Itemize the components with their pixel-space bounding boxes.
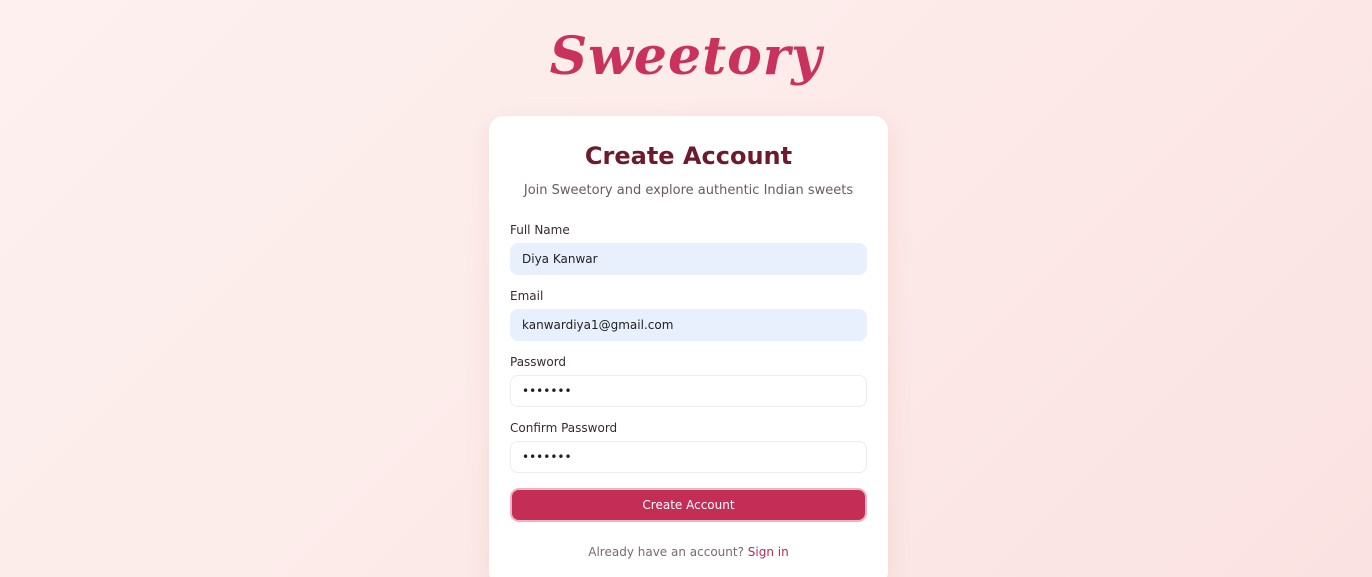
page-title: Create Account <box>584 142 793 170</box>
signin-prompt: Already have an account? Sign in <box>489 544 888 560</box>
password-input[interactable] <box>510 375 867 407</box>
confirm-password-label: Confirm Password <box>510 421 618 435</box>
email-input[interactable] <box>510 309 867 341</box>
confirm-password-input[interactable] <box>510 441 867 473</box>
page-subtitle: Join Sweetory and explore authentic Indi… <box>523 183 854 198</box>
full-name-label: Full Name <box>510 223 570 237</box>
signin-prompt-text: Already have an account? <box>588 545 744 559</box>
full-name-input[interactable] <box>510 243 867 275</box>
signup-card: Create Account Join Sweetory and explore… <box>489 116 888 577</box>
brand-logo: Sweetory <box>549 26 823 87</box>
create-account-button[interactable]: Create Account <box>510 488 867 522</box>
email-label: Email <box>510 289 544 303</box>
signin-link[interactable]: Sign in <box>748 545 789 559</box>
password-label: Password <box>510 355 567 369</box>
